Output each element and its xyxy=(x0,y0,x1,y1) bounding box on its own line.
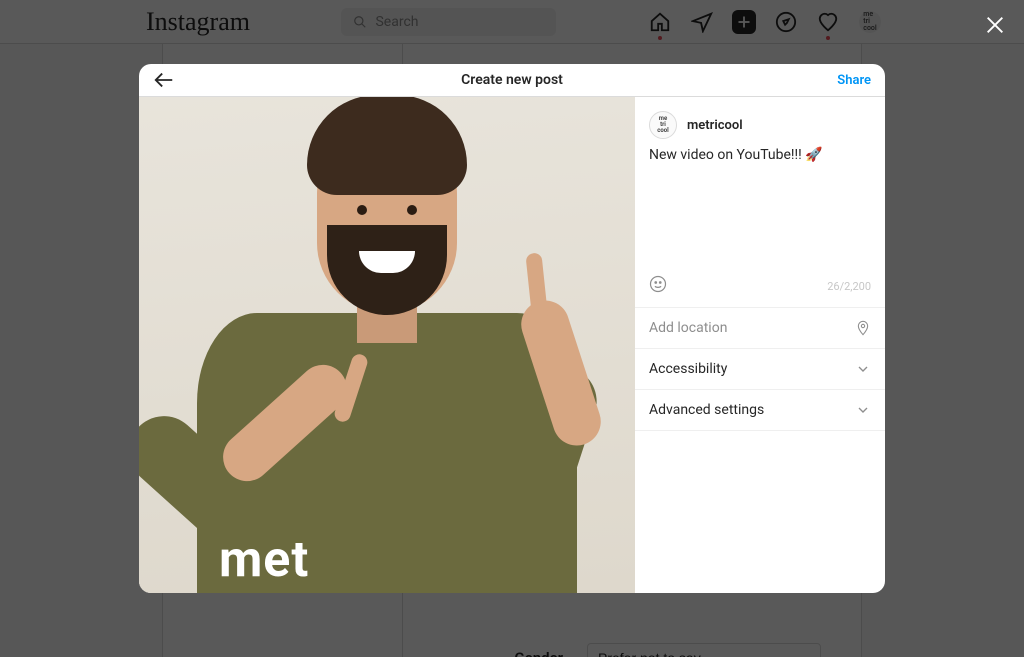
modal-title: Create new post xyxy=(461,72,563,88)
post-details-panel: me tri cool metricool New video on YouTu… xyxy=(635,97,885,593)
create-post-modal: Create new post Share met xyxy=(139,64,885,593)
caption-footer: 26/2,200 xyxy=(635,267,885,307)
location-pin-icon xyxy=(855,320,871,336)
modal-overlay[interactable]: Create new post Share met xyxy=(0,0,1024,657)
emoji-icon[interactable] xyxy=(649,275,667,297)
chevron-down-icon xyxy=(855,402,871,418)
image-preview[interactable]: met xyxy=(139,97,635,593)
caption-textarea[interactable]: New video on YouTube!!! 🚀 xyxy=(635,147,885,267)
advanced-settings-label: Advanced settings xyxy=(649,402,764,418)
shirt-text: met xyxy=(219,531,309,589)
modal-body: met me tri cool metricool New video on Y xyxy=(139,97,885,593)
modal-header: Create new post Share xyxy=(139,64,885,97)
author-username[interactable]: metricool xyxy=(687,118,743,133)
accessibility-label: Accessibility xyxy=(649,361,727,377)
chevron-down-icon xyxy=(855,361,871,377)
accessibility-row[interactable]: Accessibility xyxy=(635,348,885,389)
character-count: 26/2,200 xyxy=(827,280,871,293)
add-location-row[interactable]: Add location xyxy=(635,307,885,348)
close-icon[interactable] xyxy=(984,14,1006,36)
author-avatar[interactable]: me tri cool xyxy=(649,111,677,139)
share-button[interactable]: Share xyxy=(837,73,871,88)
back-arrow-icon[interactable] xyxy=(153,69,175,91)
author-row: me tri cool metricool xyxy=(635,97,885,147)
add-location-label: Add location xyxy=(649,320,727,336)
advanced-settings-row[interactable]: Advanced settings xyxy=(635,389,885,431)
